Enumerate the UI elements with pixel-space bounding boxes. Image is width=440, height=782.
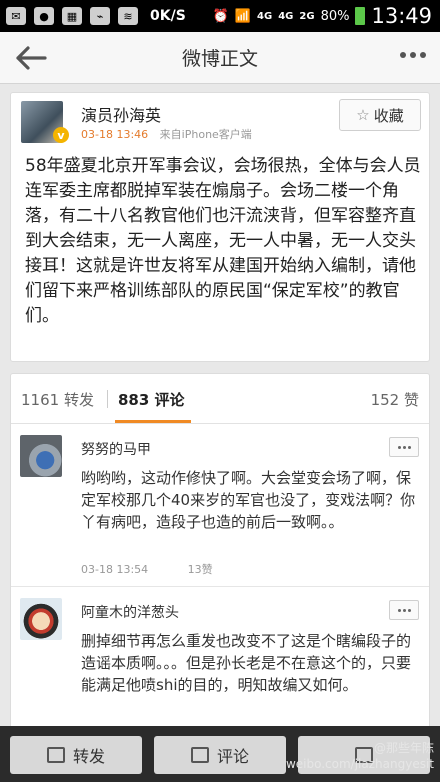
repost-label: 转发 (72, 747, 105, 766)
post-card: v 演员孙海英 03-18 13:46 来自iPhone客户端 ☆ 收藏 58年… (10, 92, 430, 362)
notification-icon: ✉ (6, 7, 26, 25)
verified-badge-icon: v (53, 127, 69, 143)
wifi-status-icon: ≋ (118, 7, 138, 25)
comment-meta: 03-18 13:54 13赞 (81, 561, 213, 577)
usb-icon: ⌁ (90, 7, 110, 25)
commenter-name[interactable]: 阿童木的洋葱头 (81, 602, 179, 622)
watermark: @那些年陈 weibo.com/jiazhangyesit (286, 740, 434, 772)
comments-card: 1161 转发 883 评论 152 赞 努努的马甲 哟哟哟，这动作修快了啊。大… (10, 373, 430, 773)
comment-icon (190, 747, 209, 763)
star-icon: ☆ (356, 106, 370, 124)
wechat-icon: ● (34, 7, 54, 25)
stats-divider (107, 390, 108, 408)
comment-more-icon[interactable] (389, 600, 419, 620)
tab-likes[interactable]: 152 赞 (371, 389, 419, 410)
title-bar: 微博正文 (0, 32, 440, 84)
clock: 13:49 (371, 4, 432, 28)
comment-button[interactable]: 评论 (154, 736, 286, 774)
network-type-2: 4G (278, 10, 294, 22)
wifi-icon: 📶 (234, 8, 252, 24)
watermark-line-1: @那些年陈 (373, 741, 434, 755)
commenter-avatar[interactable] (20, 598, 62, 640)
network-type-1: 4G (257, 10, 273, 22)
bottom-toolbar: 转发 评论 @那些年陈 weibo.com/jiazhangyesit (0, 726, 440, 782)
alarm-icon: ⏰ (212, 8, 229, 24)
watermark-line-2: weibo.com/jiazhangyesit (285, 757, 434, 771)
gallery-icon: ▦ (62, 7, 82, 25)
commenter-avatar[interactable] (20, 435, 62, 477)
repost-button[interactable]: 转发 (10, 736, 142, 774)
battery-level: 80% (320, 8, 350, 24)
post-body: 58年盛夏北京开军事会议，会场很热，全体与会人员连军委主席都脱掉军装在煽扇子。会… (25, 156, 421, 326)
commenter-name[interactable]: 努努的马甲 (81, 439, 151, 459)
tab-comments[interactable]: 883 评论 (118, 389, 185, 410)
tab-reposts[interactable]: 1161 转发 (21, 389, 94, 410)
favorite-label: 收藏 (373, 106, 404, 125)
comment-likes[interactable]: 13赞 (188, 563, 213, 576)
repost-icon (46, 747, 65, 763)
comment-text: 哟哟哟，这动作修快了啊。大会堂变会场了啊，保定军校那几个40来岁的军官也没了，变… (81, 469, 416, 531)
comment-text: 删掉细节再怎么重发也改变不了这是个瞎编段子的造谣本质啊。。。但是孙长老是不在意这… (81, 632, 412, 694)
stats-row: 1161 转发 883 评论 152 赞 (11, 374, 429, 424)
comment-time: 03-18 13:54 (81, 563, 149, 576)
favorite-button[interactable]: ☆ 收藏 (339, 99, 421, 131)
network-speed: 0K/S (150, 8, 186, 24)
comment-item: 努努的马甲 哟哟哟，这动作修快了啊。大会堂变会场了啊，保定军校那几个40来岁的军… (11, 425, 429, 587)
comment-more-icon[interactable] (389, 437, 419, 457)
network-type-3: 2G (299, 10, 315, 22)
post-source: 来自iPhone客户端 (159, 128, 252, 141)
more-options-icon[interactable] (400, 52, 426, 58)
active-tab-indicator (115, 420, 191, 423)
battery-icon (355, 7, 366, 25)
page-title: 微博正文 (181, 48, 258, 70)
status-bar: ✉ ● ▦ ⌁ ≋ 0K/S ⏰ 📶 4G 4G 2G 80% 13:49 (0, 0, 440, 32)
comment-label: 评论 (216, 747, 249, 766)
post-time: 03-18 13:46 (81, 128, 149, 141)
author-name[interactable]: 演员孙海英 (81, 102, 161, 126)
post-meta: 03-18 13:46 来自iPhone客户端 (81, 126, 252, 142)
